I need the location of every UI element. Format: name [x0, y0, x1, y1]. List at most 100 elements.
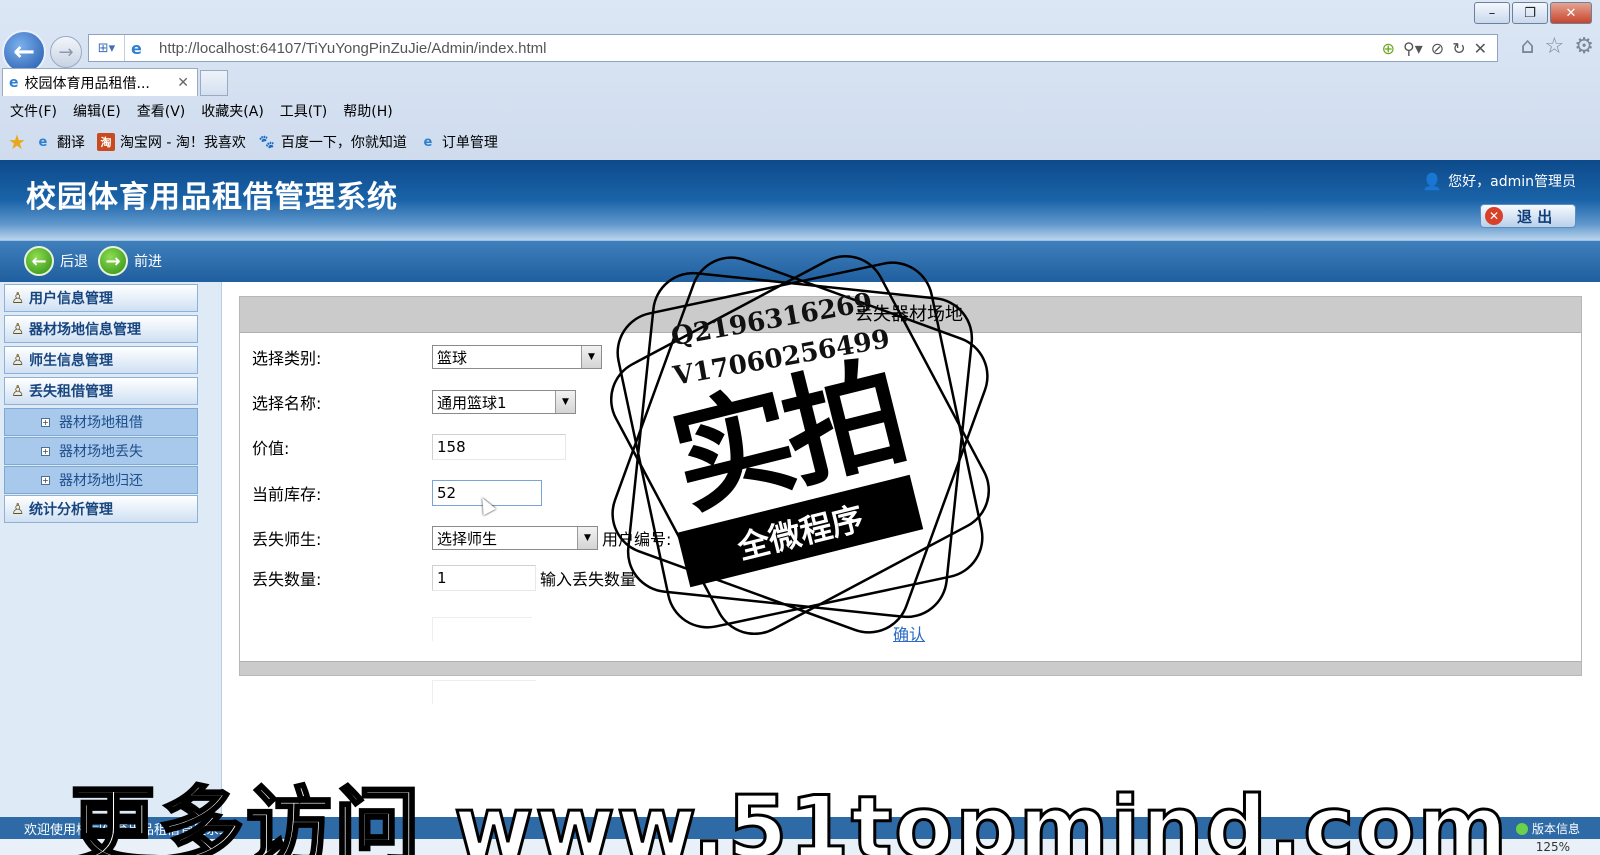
home-icon[interactable]: ⌂: [1521, 34, 1535, 59]
person-label: 丢失师生:: [252, 530, 322, 549]
panel-footer: [240, 661, 1581, 675]
browser-nav-row: ← → ⊞▾ e http://localhost:64107/TiYuYong…: [0, 30, 1600, 74]
version-info[interactable]: 版本信息: [1515, 820, 1580, 837]
minimize-button[interactable]: –: [1474, 2, 1510, 24]
forward-link[interactable]: → 前进: [98, 246, 162, 276]
sidebar: ♙ 用户信息管理 ♙ 器材场地信息管理 ♙ 师生信息管理 ♙ 丢失租借管理 + …: [0, 282, 222, 817]
stock-label: 当前库存:: [252, 485, 322, 504]
favorite-link[interactable]: e 订单管理: [419, 132, 497, 152]
ie-icon: e: [131, 38, 142, 58]
person-select[interactable]: 选择师生 ▼: [432, 526, 598, 550]
sidebar-item-loss-rental[interactable]: ♙ 丢失租借管理: [4, 377, 198, 405]
restore-button[interactable]: ❐: [1512, 2, 1548, 24]
sidebar-item-teachers-students[interactable]: ♙ 师生信息管理: [4, 346, 198, 374]
tab-row: e 校园体育用品租借... ✕: [0, 68, 1600, 96]
search-icon[interactable]: ⚲▾: [1403, 39, 1423, 58]
go-icon[interactable]: ⊕: [1382, 39, 1395, 58]
close-icon[interactable]: ✕: [1474, 39, 1487, 58]
new-tab-button[interactable]: [200, 70, 228, 96]
forward-arrow-icon: →: [98, 246, 128, 276]
page-navbar: ← 后退 → 前进: [0, 240, 1600, 282]
sidebar-item-equipment[interactable]: ♙ 器材场地信息管理: [4, 315, 198, 343]
chevron-down-icon: ▼: [581, 346, 601, 368]
qty-field[interactable]: 1: [432, 565, 536, 591]
address-actions: ⊕ ⚲▾ ⊘ ↻ ✕: [1382, 39, 1497, 58]
ie-icon: e: [9, 74, 19, 91]
category-row: 选择类别: 篮球 ▼: [252, 345, 602, 369]
menu-favorites[interactable]: 收藏夹(A): [201, 101, 264, 121]
back-arrow-icon: ←: [24, 246, 54, 276]
stock-field-text: 52: [437, 484, 457, 502]
qty-hint: 输入丢失数量: [540, 570, 637, 589]
user-icon: ♙: [11, 500, 25, 518]
ie-icon: e: [423, 134, 433, 150]
menu-view[interactable]: 查看(V): [137, 101, 186, 121]
value-label: 价值:: [252, 439, 290, 458]
sidebar-subitem-return[interactable]: + 器材场地归还: [4, 466, 198, 494]
name-select[interactable]: 通用篮球1 ▼: [432, 390, 576, 414]
menu-bar: 文件(F) 编辑(E) 查看(V) 收藏夹(A) 工具(T) 帮助(H): [0, 98, 1600, 124]
browser-chrome: – ❐ ✕ ← → ⊞▾ e http://localhost:64107/Ti…: [0, 0, 1600, 160]
sidebar-subitem-label: 器材场地丢失: [59, 444, 143, 460]
version-icon: [1515, 822, 1528, 835]
user-icon: ♙: [11, 289, 25, 307]
stop-icon[interactable]: ⊘: [1431, 39, 1444, 58]
sidebar-subitem-label: 器材场地归还: [59, 473, 143, 489]
browser-tab[interactable]: e 校园体育用品租借... ✕: [2, 68, 198, 96]
sidebar-item-statistics[interactable]: ♙ 统计分析管理: [4, 495, 198, 523]
hidden-field: [432, 617, 532, 641]
favorites-star-icon[interactable]: ☆: [1545, 34, 1565, 59]
sidebar-subitem-loss[interactable]: + 器材场地丢失: [4, 437, 198, 465]
logout-button[interactable]: ✕ 退 出: [1480, 204, 1576, 228]
menu-edit[interactable]: 编辑(E): [73, 101, 121, 121]
user-no-label: 用户编号:: [602, 530, 672, 549]
menu-help[interactable]: 帮助(H): [343, 101, 392, 121]
browser-forward-button[interactable]: →: [50, 36, 82, 68]
user-icon: ♙: [11, 351, 25, 369]
stock-row: 当前库存: 52: [252, 480, 542, 506]
logout-icon: ✕: [1485, 207, 1503, 225]
person-row: 丢失师生: 选择师生 ▼ 用户编号: 请选: [252, 526, 711, 550]
value-field[interactable]: 158: [432, 434, 566, 460]
address-bar[interactable]: ⊞▾ e http://localhost:64107/TiYuYongPinZ…: [88, 34, 1498, 62]
browser-right-icons: ⌂ ☆ ⚙: [1521, 34, 1594, 59]
favorite-link[interactable]: 淘 淘宝网 - 淘！我喜欢: [96, 132, 246, 152]
sidebar-item-label: 器材场地信息管理: [29, 322, 141, 338]
back-label: 后退: [60, 254, 88, 270]
qty-row: 丢失数量: 1 输入丢失数量: [252, 565, 636, 591]
chevron-down-icon: ▼: [555, 391, 575, 413]
compat-view-icon[interactable]: ⊞▾: [89, 35, 125, 61]
welcome-text: 👤 您好，admin管理员: [1422, 171, 1576, 191]
logout-label: 退 出: [1517, 207, 1553, 226]
favorite-link[interactable]: e 翻译: [34, 132, 85, 152]
favorite-label: 翻译: [56, 135, 85, 151]
qty-label: 丢失数量:: [252, 570, 322, 589]
favorites-star-icon[interactable]: ★: [8, 130, 26, 154]
address-url[interactable]: http://localhost:64107/TiYuYongPinZuJie/…: [159, 40, 1382, 57]
category-value: 篮球: [437, 348, 468, 367]
name-label: 选择名称:: [252, 394, 322, 413]
zoom-level[interactable]: 125%: [1536, 840, 1570, 854]
expand-icon: +: [41, 476, 50, 485]
baidu-icon: 🐾: [258, 134, 275, 150]
menu-file[interactable]: 文件(F): [10, 101, 57, 121]
close-window-button[interactable]: ✕: [1550, 2, 1592, 24]
name-value: 通用篮球1: [437, 393, 507, 412]
ie-icon: e: [38, 134, 48, 150]
app-title: 校园体育用品租借管理系统: [26, 180, 398, 215]
confirm-link[interactable]: 确认: [893, 621, 925, 645]
gear-icon[interactable]: ⚙: [1574, 34, 1594, 59]
person-value: 选择师生: [437, 529, 498, 548]
category-select[interactable]: 篮球 ▼: [432, 345, 602, 369]
close-tab-icon[interactable]: ✕: [177, 75, 189, 91]
menu-tools[interactable]: 工具(T): [280, 101, 327, 121]
tab-title: 校园体育用品租借...: [24, 75, 150, 92]
forward-label: 前进: [134, 254, 162, 270]
sidebar-item-users[interactable]: ♙ 用户信息管理: [4, 284, 198, 312]
refresh-icon[interactable]: ↻: [1452, 39, 1465, 58]
sidebar-item-label: 用户信息管理: [29, 291, 113, 307]
welcome-label: 您好，admin管理员: [1448, 174, 1576, 190]
sidebar-subitem-rent[interactable]: + 器材场地租借: [4, 408, 198, 436]
back-link[interactable]: ← 后退: [24, 246, 88, 276]
favorite-link[interactable]: 🐾 百度一下，你就知道: [258, 132, 407, 152]
